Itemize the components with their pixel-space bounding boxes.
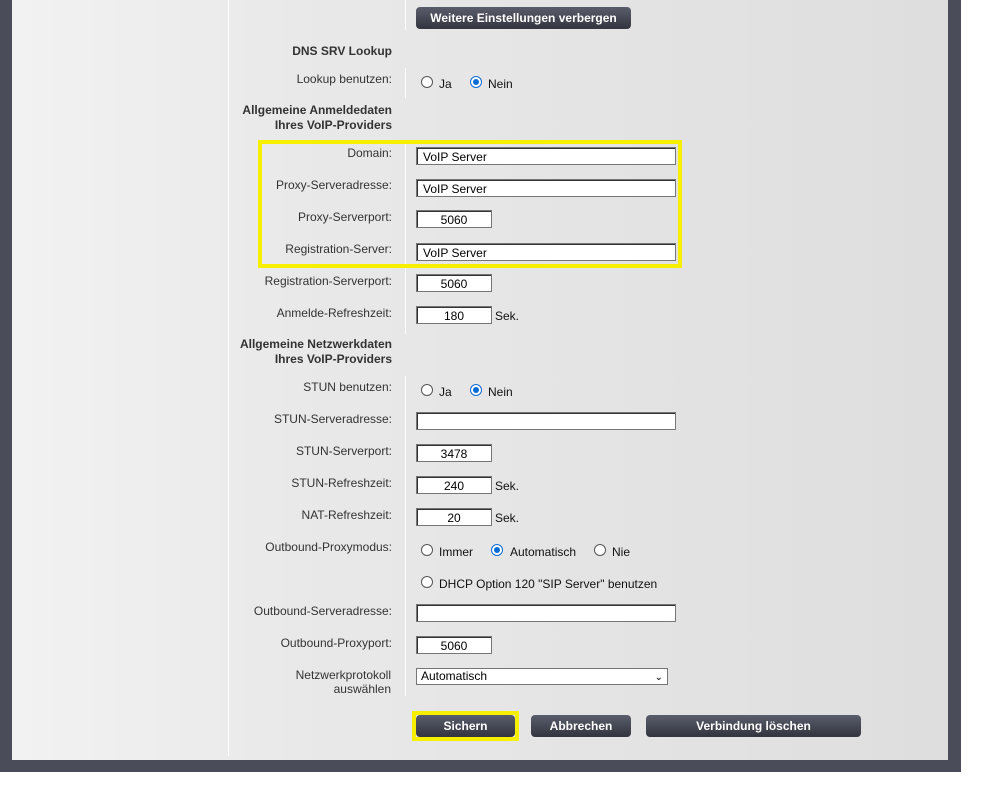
stun-yes-label: Ja: [439, 385, 452, 399]
stun-yes-radio[interactable]: [421, 384, 433, 396]
column-divider: [228, 0, 229, 756]
lookup-yes-radio[interactable]: [421, 76, 433, 88]
dhcp-option-label: DHCP Option 120 "SIP Server" benutzen: [439, 577, 658, 591]
proxy-address-label: Proxy-Serveradresse:: [275, 178, 392, 192]
nat-refresh-label: NAT-Refreshzeit:: [301, 508, 392, 522]
chevron-down-icon: ⌄: [654, 672, 663, 683]
stun-use-label: STUN benutzen:: [303, 380, 392, 394]
registration-port-label: Registration-Serverport:: [264, 274, 392, 288]
mode-always-radio[interactable]: [421, 544, 433, 556]
lookup-no-radio[interactable]: [470, 76, 482, 88]
nat-refresh-input[interactable]: 20: [416, 508, 492, 526]
stun-port-input[interactable]: 3478: [416, 444, 492, 462]
outbound-port-input[interactable]: 5060: [416, 636, 492, 654]
login-section-line2: Ihres VoIP-Providers: [274, 118, 392, 132]
protocol-label-line2: auswählen: [333, 682, 391, 696]
lookup-yes-label: Ja: [439, 77, 452, 91]
network-section-title: Allgemeine Netzwerkdaten Ihres VoIP-Prov…: [240, 337, 392, 367]
mode-never-radio[interactable]: [594, 544, 606, 556]
cancel-button[interactable]: Abbrechen: [531, 715, 631, 737]
mode-never-label: Nie: [612, 545, 631, 559]
outbound-mode-label: Outbound-Proxymodus:: [265, 540, 392, 554]
network-section-line1: Allgemeine Netzwerkdaten: [239, 337, 392, 351]
hide-settings-button[interactable]: Weitere Einstellungen verbergen: [416, 7, 631, 29]
login-refresh-unit: Sek.: [495, 309, 520, 323]
stun-address-input[interactable]: [416, 412, 676, 430]
stun-address-label: STUN-Serveradresse:: [273, 412, 392, 426]
lookup-no-label: Nein: [488, 77, 513, 91]
stun-port-label: STUN-Serverport:: [295, 444, 392, 458]
stun-no-label: Nein: [488, 385, 513, 399]
mode-always-label: Immer: [439, 545, 473, 559]
row-separator: [405, 376, 406, 696]
stun-no-radio[interactable]: [470, 384, 482, 396]
nat-refresh-unit: Sek.: [495, 511, 520, 525]
proxy-port-input[interactable]: 5060: [416, 210, 492, 228]
stun-refresh-label: STUN-Refreshzeit:: [291, 476, 392, 490]
lookup-label: Lookup benutzen:: [296, 72, 392, 86]
login-refresh-input[interactable]: 180: [416, 306, 492, 324]
row-separator: [405, 0, 406, 30]
proxy-port-label: Proxy-Serverport:: [297, 210, 392, 224]
mode-auto-label: Automatisch: [510, 545, 577, 559]
login-section-line1: Allgemeine Anmeldedaten: [242, 103, 392, 117]
proxy-address-input[interactable]: VoIP Server: [416, 179, 676, 197]
protocol-label: Netzwerkprotokoll auswählen: [296, 668, 391, 696]
domain-label: Domain:: [347, 146, 392, 160]
protocol-select-value: Automatisch: [421, 669, 488, 683]
mode-auto-radio[interactable]: [491, 544, 503, 556]
protocol-label-line1: Netzwerkprotokoll: [295, 668, 391, 682]
login-refresh-label: Anmelde-Refreshzeit:: [276, 306, 392, 320]
registration-server-input[interactable]: VoIP Server: [416, 243, 676, 261]
registration-server-label: Registration-Server:: [285, 242, 392, 256]
outbound-port-label: Outbound-Proxyport:: [280, 636, 392, 650]
protocol-select[interactable]: Automatisch ⌄: [416, 668, 668, 685]
stun-refresh-unit: Sek.: [495, 479, 520, 493]
domain-input[interactable]: VoIP Server: [416, 147, 676, 165]
delete-connection-button[interactable]: Verbindung löschen: [646, 715, 861, 737]
dhcp-option-radio[interactable]: [421, 576, 433, 588]
outbound-address-label: Outbound-Serveradresse:: [253, 604, 392, 618]
save-button[interactable]: Sichern: [416, 715, 515, 737]
login-section-title: Allgemeine Anmeldedaten Ihres VoIP-Provi…: [242, 103, 392, 133]
dns-section-title: DNS SRV Lookup: [292, 44, 392, 58]
registration-port-input[interactable]: 5060: [416, 274, 492, 292]
row-separator: [405, 68, 406, 98]
network-section-line2: Ihres VoIP-Providers: [274, 352, 392, 366]
stun-refresh-input[interactable]: 240: [416, 476, 492, 494]
outbound-address-input[interactable]: [416, 604, 676, 622]
